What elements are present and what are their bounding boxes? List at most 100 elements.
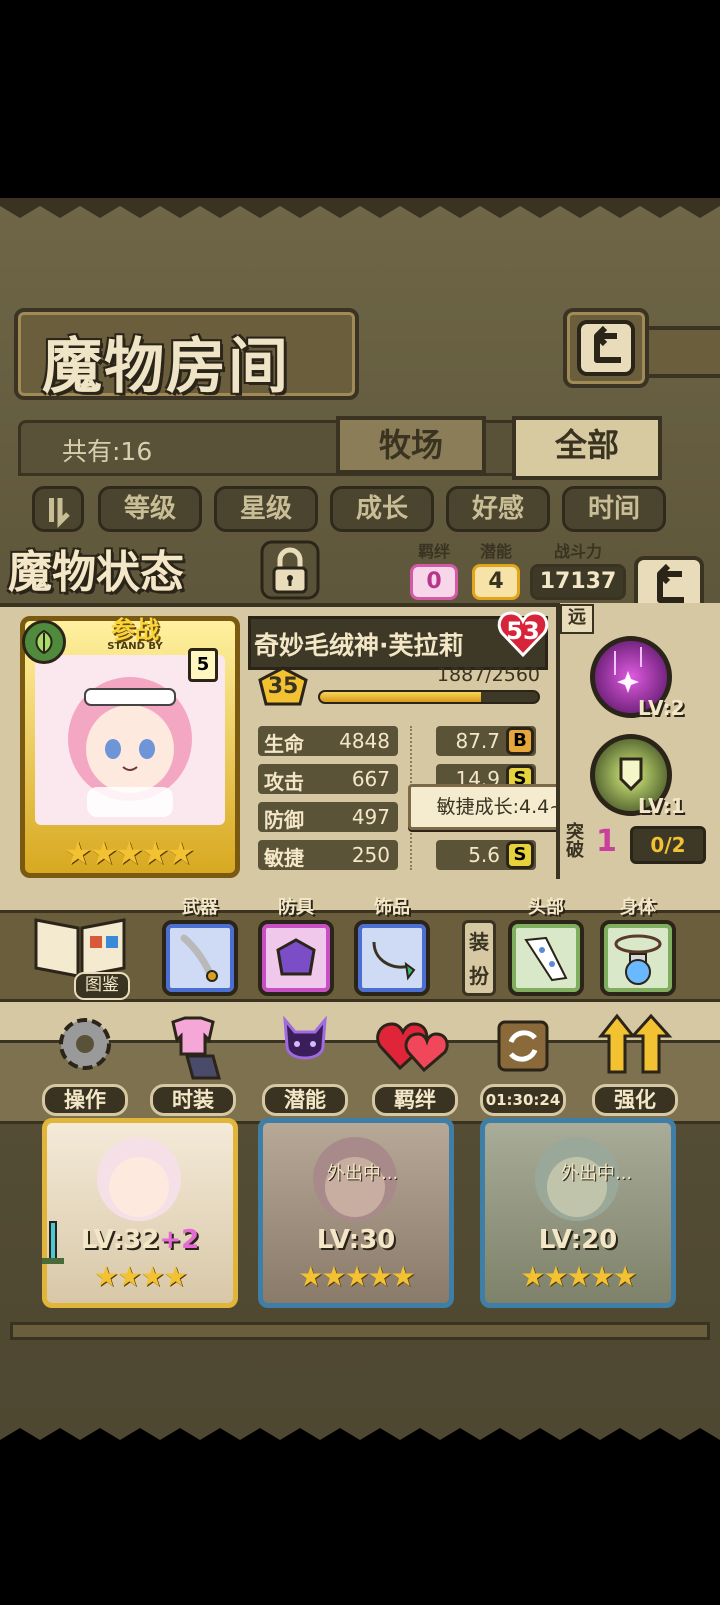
armor-icon [276, 938, 316, 976]
weapon-slot[interactable] [162, 920, 238, 996]
sort-time-button[interactable]: 时间 [562, 486, 666, 532]
skill-2-level: LV:1 [638, 794, 685, 818]
action-upgrade-label: 强化 [592, 1084, 678, 1116]
bottom-frame [10, 1322, 710, 1340]
stat-defense: 防御 497 [258, 802, 398, 832]
skill-1-level: LV:2 [638, 696, 685, 720]
monster-card-1-stars: ★★★★ [93, 1260, 188, 1293]
action-operate-label: 操作 [42, 1084, 128, 1116]
sort-order-toggle[interactable] [32, 486, 84, 532]
exp-bar-fill [320, 692, 481, 702]
action-bond-label: 羁绊 [372, 1084, 458, 1116]
sort-order-icon [49, 498, 70, 529]
growth-hp[interactable]: 87.7 B [436, 726, 536, 756]
head-slot[interactable] [508, 920, 584, 996]
demon-icon [283, 1015, 327, 1060]
head-slot-label: 头部 [528, 897, 564, 918]
leaf-icon [35, 629, 53, 655]
lock-icon[interactable] [258, 538, 322, 602]
stat-hp-value: 4848 [339, 729, 390, 753]
element-badge [22, 620, 66, 664]
power-label: 战斗力 [553, 542, 602, 561]
stand-by-sub: STAND BY [107, 641, 163, 652]
sword-icon [42, 1221, 64, 1264]
accessory-slot[interactable] [354, 920, 430, 996]
monster-card-1-level: LV:32+2 [47, 1225, 233, 1255]
monster-card-3-stars: ★★★★★ [520, 1260, 638, 1293]
upgrade-icon [597, 1013, 673, 1074]
book-icon [34, 918, 126, 978]
back-button[interactable] [563, 308, 649, 388]
action-outfit[interactable]: 时装 [146, 1006, 240, 1116]
action-swap-timer-label: 01:30:24 [480, 1084, 566, 1116]
tab-ranch[interactable]: 牧场 [336, 416, 486, 474]
potential-label: 潜能 [479, 542, 512, 561]
stat-attack-label: 攻击 [264, 770, 304, 794]
back-button-rail [640, 326, 720, 378]
monster-card-1[interactable]: LV:32+2 ★★★★ [42, 1118, 238, 1308]
page-title: 魔物房间 [42, 332, 290, 402]
dressup-label[interactable]: 装扮 [462, 920, 496, 996]
growth-hp-grade: B [506, 727, 534, 755]
monster-card-2[interactable]: 外出中... LV:30 ★★★★★ [258, 1118, 454, 1308]
monster-card-2-away: 外出中... [327, 1163, 399, 1184]
weapon-slot-label: 武器 [182, 897, 218, 918]
stat-hp-label: 生命 [264, 732, 304, 756]
sort-affection-button[interactable]: 好感 [446, 486, 550, 532]
action-potential[interactable]: 潜能 [258, 1006, 352, 1116]
armor-slot[interactable] [258, 920, 334, 996]
body-slot[interactable] [600, 920, 676, 996]
growth-agility-value: 5.6 [468, 843, 500, 867]
codex-label: 图鉴 [74, 972, 130, 1000]
stat-agility: 敏捷 250 [258, 840, 398, 870]
sword-icon [180, 934, 218, 982]
stat-agility-label: 敏捷 [264, 846, 304, 870]
monster-count: 共有:16 [62, 437, 153, 466]
level-value: 35 [267, 674, 299, 699]
action-outfit-label: 时装 [150, 1084, 236, 1116]
breakthrough-progress: 0/2 [630, 826, 706, 864]
tab-all[interactable]: 全部 [512, 416, 662, 480]
stat-agility-value: 250 [351, 843, 390, 867]
scarf-icon [524, 936, 568, 982]
potion-icon [614, 934, 662, 985]
codex-button[interactable]: 图鉴 [30, 910, 130, 1000]
action-upgrade[interactable]: 强化 [588, 1006, 682, 1116]
sort-row: 等级 星级 成长 好感 时间 [20, 486, 700, 538]
necklace-icon [372, 941, 416, 981]
top-zigzag-border [0, 198, 720, 218]
growth-agility[interactable]: 5.6 S [436, 840, 536, 870]
monster-name: 奇妙毛绒神·芙拉莉 [254, 631, 464, 660]
bond-badge: 羁绊 0 [410, 538, 458, 600]
monster-card-3[interactable]: 外出中... LV:20 ★★★★★ [480, 1118, 676, 1308]
sort-growth-button[interactable]: 成长 [330, 486, 434, 532]
game-screen: 魔物房间 共有:16 牧场 全部 等级 星级 成长 好感 时间 魔物状态 羁绊 … [0, 198, 720, 1448]
growth-agility-grade: S [506, 841, 534, 869]
power-badge: 战斗力 17137 [530, 538, 626, 600]
bond-value: 0 [410, 564, 458, 600]
action-swap-timer[interactable]: 01:30:24 [476, 1006, 570, 1116]
action-operate[interactable]: 操作 [38, 1006, 132, 1116]
weapon-badge [38, 1218, 68, 1278]
sort-stars-button[interactable]: 星级 [214, 486, 318, 532]
status-title: 魔物状态 [8, 547, 184, 598]
growth-hp-value: 87.7 [455, 729, 500, 753]
stand-by-label: 参战 [111, 616, 159, 644]
armor-slot-label: 防具 [278, 897, 314, 918]
affection-heart: 53 [496, 609, 550, 659]
rank-badge: 5 [188, 648, 218, 682]
range-type: 远 [560, 604, 594, 634]
outfit-icon [171, 1016, 221, 1080]
action-bond[interactable]: 羁绊 [368, 1006, 462, 1116]
power-value: 17137 [530, 564, 626, 600]
affection-level: 53 [506, 617, 540, 645]
monster-card-2-lv: LV:30 [316, 1225, 396, 1255]
heart-icon [376, 1022, 449, 1073]
tab-all-label: 全部 [554, 426, 619, 464]
stat-hp: 生命 4848 [258, 726, 398, 756]
gear-icon [59, 1018, 111, 1070]
tab-ranch-label: 牧场 [378, 426, 443, 464]
stand-by-banner: 参战 STAND BY [80, 610, 190, 652]
accessory-slot-label: 饰品 [374, 897, 410, 918]
sort-level-button[interactable]: 等级 [98, 486, 202, 532]
